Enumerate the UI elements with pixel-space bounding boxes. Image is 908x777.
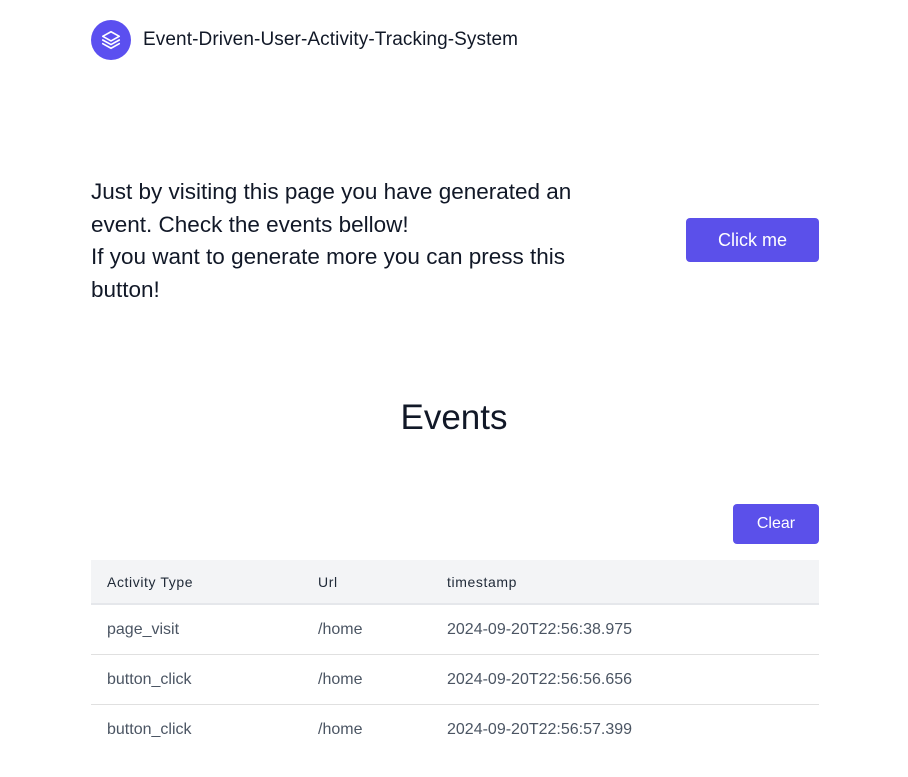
table-header-row: Activity Type Url timestamp bbox=[91, 560, 819, 605]
intro-line-2: If you want to generate more you can pre… bbox=[91, 244, 566, 302]
column-header-timestamp: timestamp bbox=[447, 560, 819, 605]
app-header: Event-Driven-User-Activity-Tracking-Syst… bbox=[91, 20, 518, 60]
timestamp-cell: 2024-09-20T22:56:56.656 bbox=[447, 654, 819, 705]
activity-type-cell: page_visit bbox=[91, 604, 318, 655]
timestamp-cell: 2024-09-20T22:56:57.399 bbox=[447, 720, 633, 738]
app-title[interactable]: Event-Driven-User-Activity-Tracking-Syst… bbox=[143, 29, 518, 51]
url-cell: /home bbox=[318, 720, 363, 738]
url-cell: /home bbox=[318, 604, 447, 655]
url-cell: /home bbox=[318, 654, 447, 705]
events-title: Events bbox=[400, 398, 508, 437]
layers-icon[interactable] bbox=[91, 20, 131, 60]
column-header-url: Url bbox=[318, 560, 447, 605]
table-row: page_visit /home 2024-09-20T22:56:38.975 bbox=[91, 604, 819, 655]
table-row: button_click /home 2024-09-20T22:56:56.6… bbox=[91, 654, 819, 705]
timestamp-cell: 2024-09-20T22:56:38.975 bbox=[447, 604, 819, 655]
activity-type-cell: button_click bbox=[91, 654, 318, 705]
intro-text: Just by visiting this page you have gene… bbox=[91, 176, 631, 306]
clear-button[interactable]: Clear bbox=[733, 504, 819, 544]
intro-line-1: Just by visiting this page you have gene… bbox=[91, 179, 572, 237]
click-me-button[interactable]: Click me bbox=[686, 218, 819, 262]
activity-type-cell: button_click bbox=[107, 720, 192, 738]
events-table: Activity Type Url timestamp page_visit /… bbox=[91, 560, 819, 754]
column-header-activity-type: Activity Type bbox=[91, 560, 318, 605]
table-row: button_click /home 2024-09-20T22:56:57.3… bbox=[91, 705, 819, 755]
